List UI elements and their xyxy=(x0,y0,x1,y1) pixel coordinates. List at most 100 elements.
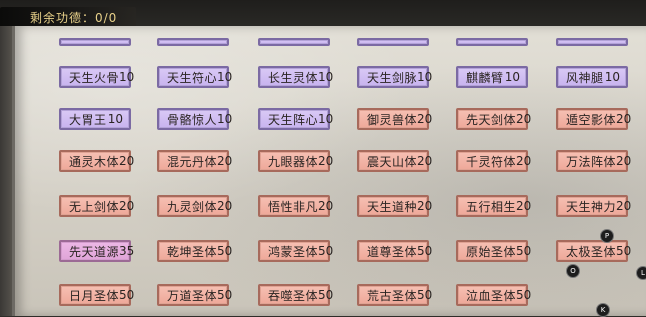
talent-card[interactable]: 吞噬圣体 50 xyxy=(258,284,334,306)
talent-name: 震天山体 xyxy=(367,154,418,169)
talent-cost: 50 xyxy=(318,288,334,302)
talent-name: 万法阵体 xyxy=(566,154,617,169)
talent-card[interactable]: 九眼器体 20 xyxy=(258,150,334,172)
talent-card[interactable]: 太极圣体 50 xyxy=(556,240,631,262)
talent-name: 风神腿 xyxy=(566,70,604,85)
talent-name: 天生神力 xyxy=(566,199,617,214)
overlay-button-o[interactable]: O xyxy=(566,264,580,278)
talent-cost: 50 xyxy=(516,244,532,258)
talent-card[interactable]: 原始圣体 50 xyxy=(456,240,532,262)
talent-cost: 10 xyxy=(217,70,233,84)
talent-card[interactable]: 天生神力 20 xyxy=(556,195,631,217)
talent-cost: 20 xyxy=(217,199,233,213)
talent-card[interactable] xyxy=(157,38,229,46)
talent-cost: 20 xyxy=(417,112,433,126)
talent-card[interactable]: 通灵木体 20 xyxy=(59,150,135,172)
talent-cost: 20 xyxy=(417,199,433,213)
talent-name: 大胃王 xyxy=(69,112,107,127)
talent-cost: 20 xyxy=(417,154,433,168)
talent-cost: 10 xyxy=(604,70,620,84)
talent-name: 无上剑体 xyxy=(69,199,120,214)
talent-cost: 50 xyxy=(119,288,135,302)
talent-card[interactable]: 骨骼惊人 10 xyxy=(157,108,233,130)
talent-name: 吞噬圣体 xyxy=(268,288,319,303)
talent-name: 道尊圣体 xyxy=(367,244,418,259)
talent-card[interactable]: 荒古圣体 50 xyxy=(357,284,432,306)
talent-card[interactable]: 天生火骨 10 xyxy=(59,66,135,88)
talent-card[interactable]: 千灵符体 20 xyxy=(456,150,532,172)
talent-name: 天生道种 xyxy=(367,199,418,214)
talent-cost: 20 xyxy=(119,199,135,213)
talent-name: 泣血圣体 xyxy=(466,288,517,303)
talent-card[interactable]: 道尊圣体 50 xyxy=(357,240,432,262)
talent-name: 五行相生 xyxy=(466,199,517,214)
talent-cost: 20 xyxy=(119,154,135,168)
talent-cost: 10 xyxy=(217,112,233,126)
talent-card[interactable]: 风神腿 10 xyxy=(556,66,628,88)
talent-name: 御灵兽体 xyxy=(367,112,418,127)
talent-cost: 10 xyxy=(119,70,135,84)
talent-name: 天生火骨 xyxy=(69,70,120,85)
talent-card[interactable] xyxy=(456,38,528,46)
talent-card[interactable]: 天生符心 10 xyxy=(157,66,233,88)
talent-cost: 50 xyxy=(516,288,532,302)
talent-name: 九灵剑体 xyxy=(167,199,218,214)
talent-card[interactable]: 震天山体 20 xyxy=(357,150,433,172)
talent-card[interactable]: 长生灵体 10 xyxy=(258,66,334,88)
talent-name: 日月圣体 xyxy=(69,288,120,303)
talent-card[interactable]: 日月圣体 50 xyxy=(59,284,135,306)
talent-cost: 50 xyxy=(318,244,334,258)
overlay-button-k[interactable]: K xyxy=(596,303,610,317)
talent-name: 麒麟臂 xyxy=(466,70,504,85)
talent-name: 万道圣体 xyxy=(167,288,218,303)
talent-cost: 10 xyxy=(318,70,334,84)
talent-cost: 50 xyxy=(217,288,233,302)
talent-cost: 10 xyxy=(107,112,123,126)
talent-card[interactable]: 混元丹体 20 xyxy=(157,150,233,172)
talent-cost: 20 xyxy=(318,199,334,213)
talent-cost: 20 xyxy=(217,154,233,168)
talent-card[interactable]: 天生阵心 10 xyxy=(258,108,333,130)
talent-card[interactable]: 天生道种 20 xyxy=(357,195,433,217)
talent-cost: 35 xyxy=(119,244,135,258)
talent-card[interactable] xyxy=(59,38,131,46)
talent-name: 先天道源 xyxy=(69,244,120,259)
talent-card[interactable]: 万道圣体 50 xyxy=(157,284,233,306)
talent-name: 荒古圣体 xyxy=(367,288,418,303)
talent-name: 通灵木体 xyxy=(69,154,120,169)
talent-name: 混元丹体 xyxy=(167,154,218,169)
overlay-button-p[interactable]: P xyxy=(600,229,614,243)
talent-card[interactable] xyxy=(556,38,628,46)
talent-card[interactable]: 先天道源 35 xyxy=(59,240,135,262)
talent-name: 天生阵心 xyxy=(268,112,319,127)
talent-cost: 20 xyxy=(516,112,532,126)
talent-card[interactable]: 天生剑脉 10 xyxy=(357,66,432,88)
talent-name: 遁空影体 xyxy=(566,112,617,127)
talent-card[interactable]: 遁空影体 20 xyxy=(556,108,632,130)
talent-cost: 20 xyxy=(616,112,632,126)
talent-card[interactable] xyxy=(258,38,330,46)
talent-cost: 20 xyxy=(318,154,334,168)
talent-card[interactable]: 五行相生 20 xyxy=(456,195,532,217)
talent-card[interactable]: 泣血圣体 50 xyxy=(456,284,532,306)
talent-card[interactable]: 万法阵体 20 xyxy=(556,150,631,172)
talent-card[interactable]: 鸿蒙圣体 50 xyxy=(258,240,334,262)
talent-card[interactable]: 先天剑体 20 xyxy=(456,108,532,130)
talent-name: 长生灵体 xyxy=(268,70,319,85)
talent-card[interactable] xyxy=(357,38,429,46)
talent-name: 先天剑体 xyxy=(466,112,517,127)
talent-cost: 10 xyxy=(504,70,520,84)
talent-name: 太极圣体 xyxy=(566,244,617,259)
talent-name: 骨骼惊人 xyxy=(167,112,218,127)
talent-cost: 20 xyxy=(516,154,532,168)
talent-card[interactable]: 大胃王 10 xyxy=(59,108,131,130)
talent-cost: 20 xyxy=(516,199,532,213)
panel-left-edge xyxy=(0,26,12,316)
talent-card[interactable]: 麒麟臂 10 xyxy=(456,66,528,88)
talent-card[interactable]: 乾坤圣体 50 xyxy=(157,240,232,262)
overlay-button-l[interactable]: L xyxy=(636,266,646,280)
talent-card[interactable]: 御灵兽体 20 xyxy=(357,108,433,130)
talent-card[interactable]: 悟性非凡 20 xyxy=(258,195,334,217)
talent-card[interactable]: 无上剑体 20 xyxy=(59,195,135,217)
talent-card[interactable]: 九灵剑体 20 xyxy=(157,195,233,217)
